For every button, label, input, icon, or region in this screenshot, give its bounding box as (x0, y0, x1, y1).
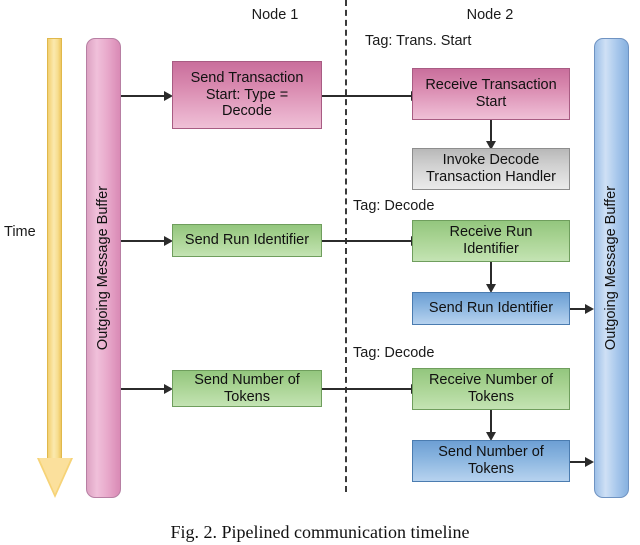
box-receive-transaction-start-label: Receive Transaction Start (425, 77, 557, 110)
outgoing-message-buffer-node2: Outgoing Message Buffer (594, 38, 629, 498)
outgoing-message-buffer-node2-label: Outgoing Message Buffer (603, 185, 620, 351)
box-send-transaction-start[interactable]: Send Transaction Start: Type = Decode (172, 61, 322, 129)
column-header-node1: Node 1 (251, 7, 299, 23)
tag-decode-1: Tag: Decode (353, 198, 435, 214)
box-send-run-identifier-node2-label: Send Run Identifier (428, 300, 554, 317)
connector-send-to-receive-number-of-tokens (322, 388, 418, 390)
box-send-transaction-start-label: Send Transaction Start: Type = Decode (190, 69, 304, 120)
box-send-number-of-tokens-node1[interactable]: Send Number of Tokens (172, 370, 322, 407)
outgoing-message-buffer-node1-label: Outgoing Message Buffer (95, 185, 112, 351)
node-divider (345, 0, 347, 492)
connector-send-to-receive-run-identifier (322, 240, 418, 242)
arrowhead-to-buffer2-run-identifier (585, 304, 594, 314)
box-send-number-of-tokens-node2[interactable]: Send Number of Tokens (412, 440, 570, 482)
outgoing-message-buffer-node1: Outgoing Message Buffer (86, 38, 121, 498)
connector-send-to-receive-transaction-start (322, 95, 418, 97)
box-receive-transaction-start[interactable]: Receive Transaction Start (412, 68, 570, 120)
box-send-run-identifier-node2[interactable]: Send Run Identifier (412, 292, 570, 325)
column-header-node2: Node 2 (466, 7, 514, 23)
box-send-run-identifier-node1[interactable]: Send Run Identifier (172, 224, 322, 257)
box-send-number-of-tokens-node2-label: Send Number of Tokens (438, 444, 544, 477)
figure-canvas: Node 1 Node 2 Time Outgoing Message Buff… (0, 0, 640, 545)
box-send-number-of-tokens-node1-label: Send Number of Tokens (194, 371, 300, 405)
box-receive-number-of-tokens[interactable]: Receive Number of Tokens (412, 368, 570, 410)
figure-caption: Fig. 2. Pipelined communication timeline (170, 522, 470, 542)
box-invoke-decode-transaction-handler[interactable]: Invoke Decode Transaction Handler (412, 148, 570, 190)
box-receive-run-identifier[interactable]: Receive Run Identifier (412, 220, 570, 262)
box-invoke-decode-transaction-handler-label: Invoke Decode Transaction Handler (425, 152, 557, 185)
connector-buffer1-to-send-transaction-start (121, 95, 166, 97)
connector-buffer1-to-send-run-identifier (121, 240, 166, 242)
time-arrow-head-inner (39, 458, 71, 494)
tag-trans-start: Tag: Trans. Start (365, 33, 472, 49)
arrowhead-to-buffer2-number-of-tokens (585, 457, 594, 467)
box-receive-number-of-tokens-label: Receive Number of Tokens (428, 372, 554, 405)
time-axis-label: Time (4, 224, 36, 240)
tag-decode-2: Tag: Decode (353, 345, 435, 361)
time-arrow-shaft (47, 38, 62, 460)
connector-buffer1-to-send-number-of-tokens (121, 388, 166, 390)
box-receive-run-identifier-label: Receive Run Identifier (449, 224, 533, 257)
box-send-run-identifier-node1-label: Send Run Identifier (184, 232, 310, 249)
